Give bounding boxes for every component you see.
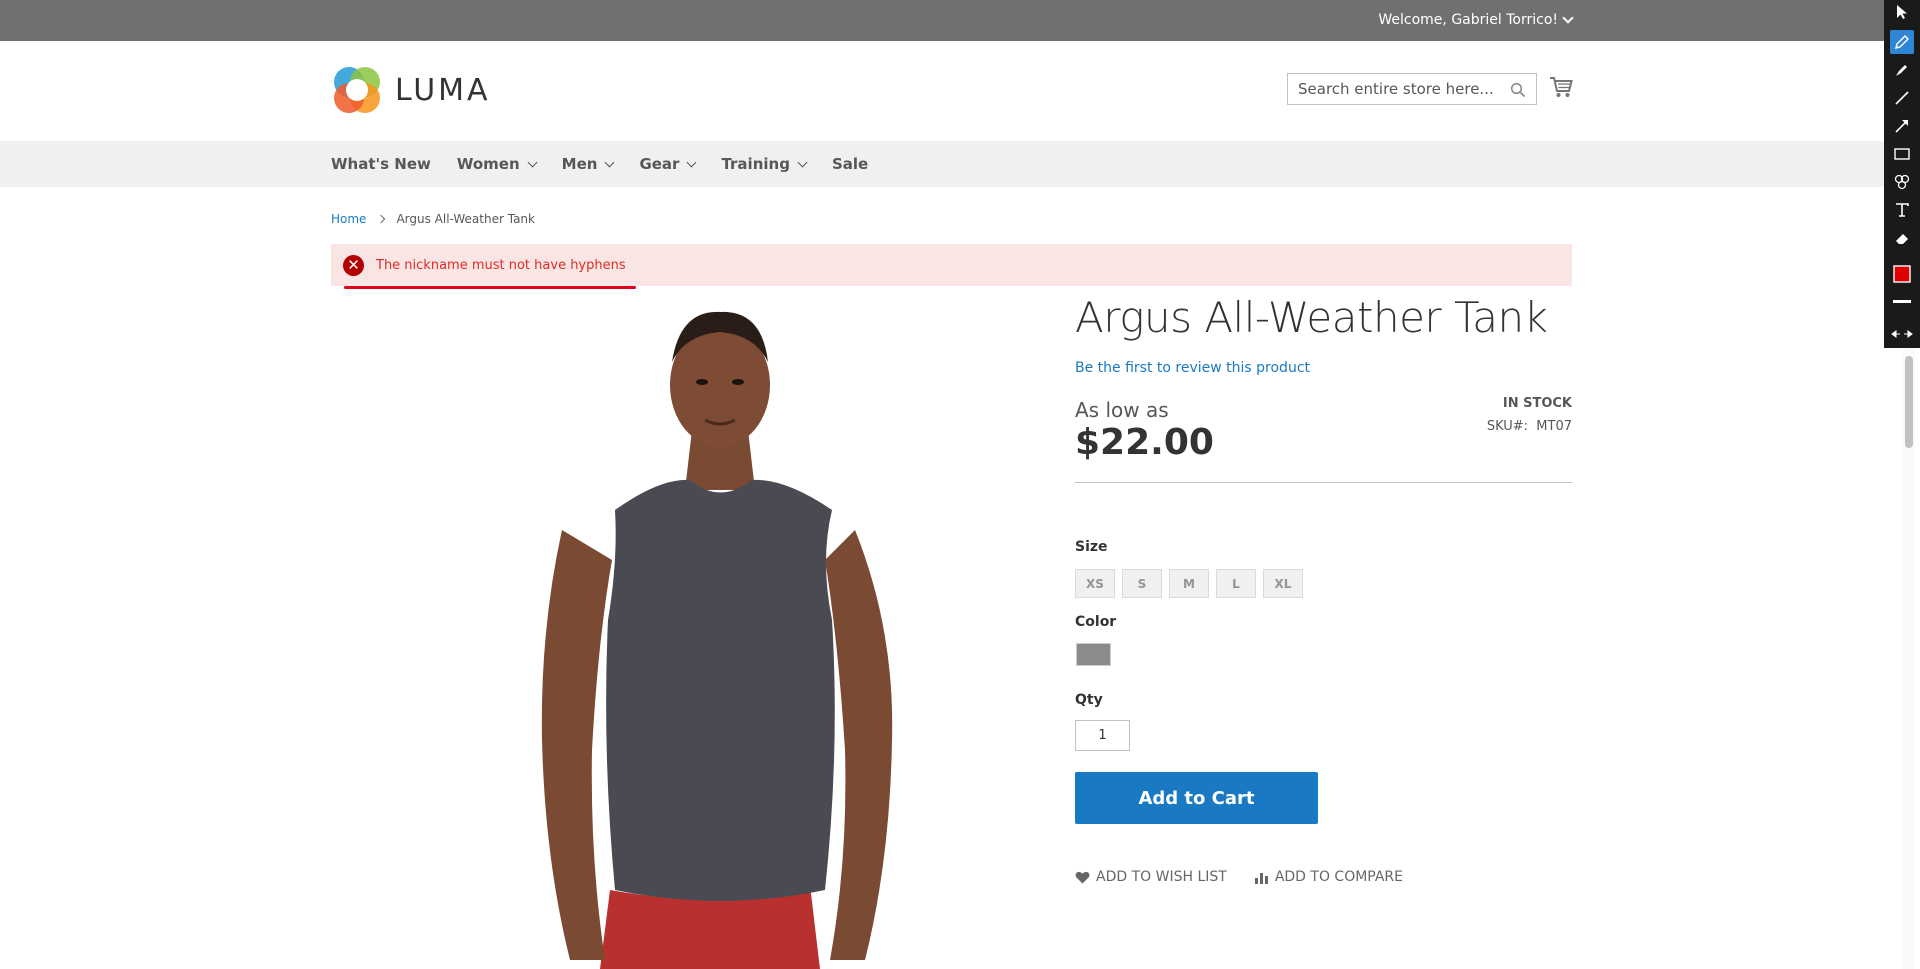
nav-label: What's New (331, 155, 431, 173)
nav-label: Training (721, 155, 790, 173)
cart-icon[interactable] (1549, 76, 1573, 98)
size-option-xs[interactable]: XS (1075, 569, 1115, 598)
nav-item-gear[interactable]: Gear (639, 155, 697, 173)
main-navigation: What's New Women Men Gear Training Sale (0, 141, 1920, 187)
divider (1075, 482, 1572, 483)
price-label: As low as (1075, 398, 1169, 422)
chevron-down-icon (797, 157, 808, 167)
review-link[interactable]: Be the first to review this product (1075, 360, 1310, 376)
add-to-compare-link[interactable]: Add to Compare (1254, 869, 1403, 885)
size-label: Size (1075, 539, 1108, 555)
stroke-width-icon[interactable] (1890, 290, 1914, 314)
product-image[interactable] (520, 300, 920, 969)
search-icon[interactable] (1510, 82, 1526, 98)
marker-icon[interactable] (1890, 58, 1914, 82)
account-menu[interactable]: Welcome, Gabriel Torrico! (1378, 12, 1574, 28)
stamp-icon[interactable] (1890, 170, 1914, 194)
luma-logo-icon (334, 67, 380, 113)
heart-icon (1075, 871, 1090, 884)
annotation-underline (344, 286, 636, 289)
rectangle-icon[interactable] (1890, 142, 1914, 166)
breadcrumb-current: Argus All-Weather Tank (396, 212, 535, 226)
color-label: Color (1075, 614, 1117, 630)
sku-label: SKU#: (1486, 419, 1529, 434)
nav-item-training[interactable]: Training (721, 155, 808, 173)
wishlist-label: Add to Wish List (1096, 869, 1227, 885)
add-to-wishlist-link[interactable]: Add to Wish List (1075, 869, 1227, 885)
nav-label: Men (561, 155, 598, 173)
text-icon[interactable] (1890, 198, 1914, 222)
add-to-cart-button[interactable]: Add to Cart (1075, 772, 1318, 824)
line-icon[interactable] (1890, 86, 1914, 110)
error-message: ✕ The nickname must not have hyphens (331, 244, 1572, 286)
nav-item-whats-new[interactable]: What's New (331, 155, 431, 173)
stock-status: IN STOCK (1502, 396, 1572, 411)
qty-label: Qty (1075, 692, 1103, 708)
color-icon[interactable] (1890, 262, 1914, 286)
annotation-toolbar (1884, 0, 1920, 348)
size-option-s[interactable]: S (1122, 569, 1162, 598)
collapse-icon[interactable] (1890, 322, 1914, 346)
chevron-right-icon (377, 214, 386, 224)
nav-item-men[interactable]: Men (561, 155, 615, 173)
nav-label: Sale (831, 155, 869, 173)
product-title: Argus All-Weather Tank (1075, 293, 1548, 342)
error-text: The nickname must not have hyphens (376, 257, 626, 273)
logo[interactable]: LUMA (331, 64, 491, 116)
size-option-xl[interactable]: XL (1263, 569, 1303, 598)
scrollbar-thumb[interactable] (1905, 356, 1913, 448)
size-option-m[interactable]: M (1169, 569, 1209, 598)
nav-label: Women (456, 155, 520, 173)
nav-item-women[interactable]: Women (456, 155, 538, 173)
breadcrumb-home[interactable]: Home (331, 212, 366, 226)
nav-item-sale[interactable]: Sale (832, 155, 868, 173)
sku-value: MT07 (1536, 419, 1572, 434)
size-options: XS S M L XL (1075, 569, 1303, 598)
chevron-down-icon (604, 157, 615, 167)
chevron-down-icon (1562, 12, 1574, 24)
search-box[interactable] (1287, 73, 1537, 105)
size-option-l[interactable]: L (1216, 569, 1256, 598)
top-bar: Welcome, Gabriel Torrico! (0, 0, 1920, 41)
error-icon: ✕ (343, 254, 364, 276)
eraser-icon[interactable] (1890, 226, 1914, 250)
pencil-icon[interactable] (1890, 30, 1914, 54)
product-actions: Add to Wish List Add to Compare (1075, 869, 1403, 885)
compare-icon (1254, 872, 1268, 884)
page-header: LUMA (0, 41, 1920, 140)
breadcrumb: Home Argus All-Weather Tank (331, 212, 535, 226)
logo-text: LUMA (395, 72, 491, 108)
sku: SKU#: MT07 (1487, 419, 1572, 434)
nav-label: Gear (639, 155, 680, 173)
product-price: $22.00 (1075, 422, 1214, 463)
pointer-icon[interactable] (1890, 0, 1914, 24)
compare-label: Add to Compare (1274, 869, 1403, 885)
color-swatch-gray[interactable] (1076, 643, 1111, 666)
welcome-text: Welcome, Gabriel Torrico! (1378, 12, 1558, 28)
qty-input[interactable]: 1 (1075, 720, 1130, 751)
chevron-down-icon (687, 157, 697, 167)
search-input[interactable] (1298, 80, 1498, 98)
arrow-icon[interactable] (1890, 114, 1914, 138)
chevron-down-icon (527, 157, 538, 167)
